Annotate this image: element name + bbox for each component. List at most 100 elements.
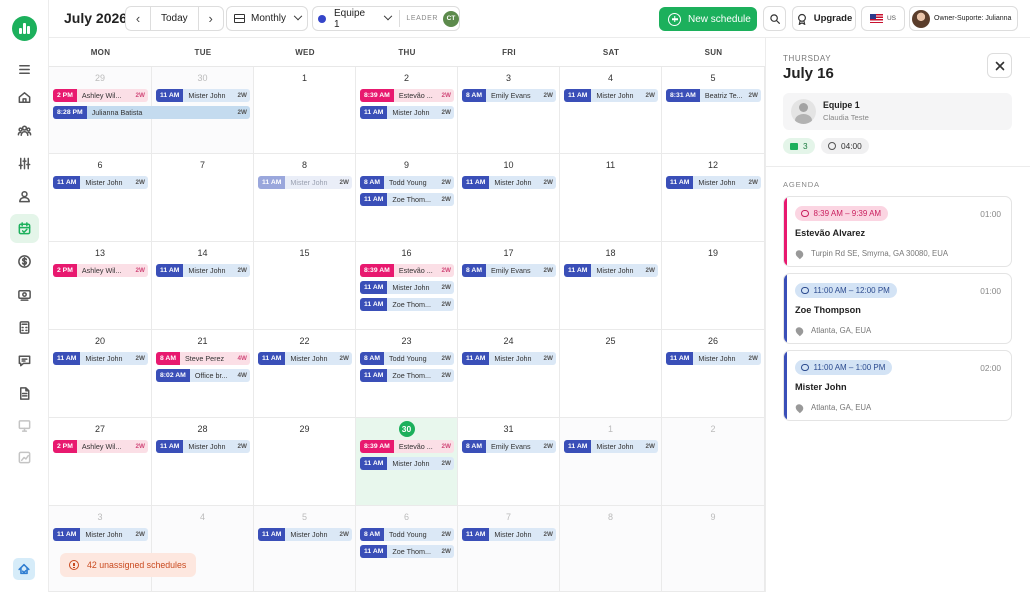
day-cell[interactable]: 13: [49, 242, 152, 330]
schedule-event[interactable]: 8 AM Emily Evans 2W: [462, 440, 556, 453]
day-cell[interactable]: 3: [458, 67, 560, 154]
day-cell[interactable]: 19: [662, 242, 765, 330]
calculator-icon[interactable]: [10, 313, 39, 342]
support-chat-icon[interactable]: [13, 558, 35, 580]
day-cell[interactable]: 11: [560, 154, 662, 242]
schedule-event[interactable]: 2 PM Ashley Wil... 2W: [53, 89, 148, 102]
schedule-event[interactable]: 8:39 AM Estevão ... 2W: [360, 440, 454, 453]
view-selector[interactable]: Monthly: [226, 6, 308, 31]
day-cell[interactable]: 10: [458, 154, 560, 242]
locale-selector[interactable]: US: [861, 6, 905, 31]
schedule-event[interactable]: 2 PM Ashley Wil... 2W: [53, 440, 148, 453]
agenda-item[interactable]: 8:39 AM – 9:39 AM 01:00 Estevão Alvarez …: [783, 196, 1012, 267]
day-cell[interactable]: 25: [560, 330, 662, 418]
unassigned-schedules-banner[interactable]: 42 unassigned schedules: [60, 553, 196, 577]
day-cell[interactable]: 4: [152, 506, 254, 592]
day-cell[interactable]: 18: [560, 242, 662, 330]
team-icon[interactable]: [10, 116, 39, 145]
schedule-event[interactable]: 8:39 AM Estevão ... 2W: [360, 89, 454, 102]
payment-icon[interactable]: [10, 280, 39, 309]
schedule-event[interactable]: 8 AM Todd Young 2W: [360, 176, 454, 189]
schedule-event[interactable]: 11 AM Mister John 2W: [360, 106, 454, 119]
day-cell[interactable]: 12: [662, 154, 765, 242]
user-icon[interactable]: [10, 182, 39, 211]
day-cell[interactable]: 31: [458, 418, 560, 506]
schedule-event[interactable]: 2 PM Ashley Wil... 2W: [53, 264, 148, 277]
chart-icon[interactable]: [10, 443, 39, 472]
schedule-event[interactable]: 11 AM Mister John 2W: [360, 457, 454, 470]
day-cell[interactable]: 6: [49, 154, 152, 242]
schedule-event[interactable]: 8:28 PM Julianna Batista 2W: [53, 106, 250, 119]
schedule-event[interactable]: 11 AM Mister John 2W: [462, 528, 556, 541]
schedule-event[interactable]: 8 AM Emily Evans 2W: [462, 89, 556, 102]
day-cell[interactable]: 15: [254, 242, 356, 330]
schedule-event[interactable]: 8:39 AM Estevão ... 2W: [360, 264, 454, 277]
schedule-event[interactable]: 11 AM Mister John 2W: [258, 176, 352, 189]
day-cell[interactable]: 8: [560, 506, 662, 592]
day-cell[interactable]: 22: [254, 330, 356, 418]
day-cell[interactable]: 28: [152, 418, 254, 506]
agenda-item[interactable]: 11:00 AM – 1:00 PM 02:00 Mister John Atl…: [783, 350, 1012, 421]
app-logo-icon[interactable]: [12, 16, 37, 41]
schedule-event[interactable]: 8 AM Todd Young 2W: [360, 352, 454, 365]
day-cell[interactable]: 29: [254, 418, 356, 506]
schedule-event[interactable]: 11 AM Mister John 2W: [156, 440, 250, 453]
schedule-event[interactable]: 11 AM Mister John 2W: [258, 352, 352, 365]
day-cell[interactable]: 24: [458, 330, 560, 418]
chevron-right-icon[interactable]: ›: [199, 7, 223, 30]
schedule-event[interactable]: 11 AM Mister John 2W: [564, 264, 658, 277]
day-cell[interactable]: 17: [458, 242, 560, 330]
day-cell[interactable]: 3: [49, 506, 152, 592]
schedule-event[interactable]: 11 AM Mister John 2W: [53, 352, 148, 365]
schedule-event[interactable]: 11 AM Mister John 2W: [564, 89, 658, 102]
day-cell[interactable]: 8: [254, 154, 356, 242]
day-cell[interactable]: 20: [49, 330, 152, 418]
schedule-event[interactable]: 11 AM Mister John 2W: [53, 176, 148, 189]
close-button[interactable]: [987, 53, 1012, 78]
calendar-icon[interactable]: [10, 214, 39, 243]
day-cell[interactable]: 5: [662, 67, 765, 154]
day-cell[interactable]: 1: [254, 67, 356, 154]
schedule-event[interactable]: 8 AM Todd Young 2W: [360, 528, 454, 541]
team-card[interactable]: Equipe 1 Claudia Teste: [783, 93, 1012, 130]
schedule-event[interactable]: 11 AM Mister John 2W: [462, 352, 556, 365]
schedule-event[interactable]: 8 AM Emily Evans 2W: [462, 264, 556, 277]
schedule-event[interactable]: 8:02 AM Office br... 4W: [156, 369, 250, 382]
schedule-event[interactable]: 11 AM Mister John 2W: [360, 281, 454, 294]
day-cell[interactable]: 26: [662, 330, 765, 418]
schedule-event[interactable]: 11 AM Mister John 2W: [666, 352, 761, 365]
schedule-event[interactable]: 11 AM Mister John 2W: [462, 176, 556, 189]
home-icon[interactable]: [10, 83, 39, 112]
leader-avatar[interactable]: CT: [443, 10, 459, 27]
day-cell[interactable]: 2: [662, 418, 765, 506]
day-cell[interactable]: 4: [560, 67, 662, 154]
today-button[interactable]: Today: [150, 7, 199, 30]
chevron-left-icon[interactable]: ‹: [126, 7, 150, 30]
document-icon[interactable]: [10, 379, 39, 408]
day-cell[interactable]: 27: [49, 418, 152, 506]
user-menu[interactable]: Owner-Suporte: Julianna: [909, 6, 1018, 31]
schedule-event[interactable]: 8 AM Steve Perez 4W: [156, 352, 250, 365]
dollar-icon[interactable]: [10, 247, 39, 276]
settings-sliders-icon[interactable]: [10, 149, 39, 178]
schedule-event[interactable]: 11 AM Mister John 2W: [258, 528, 352, 541]
team-selector[interactable]: Equipe 1 LEADER CT: [312, 6, 460, 31]
new-schedule-button[interactable]: New schedule: [659, 7, 757, 31]
schedule-event[interactable]: 11 AM Zoe Thom... 2W: [360, 545, 454, 558]
day-cell[interactable]: 7: [458, 506, 560, 592]
day-cell[interactable]: 14: [152, 242, 254, 330]
day-cell[interactable]: 1: [560, 418, 662, 506]
schedule-event[interactable]: 11 AM Mister John 2W: [666, 176, 761, 189]
schedule-event[interactable]: 11 AM Mister John 2W: [156, 264, 250, 277]
chat-icon[interactable]: [10, 346, 39, 375]
day-cell[interactable]: 5: [254, 506, 356, 592]
day-cell[interactable]: 7: [152, 154, 254, 242]
day-cell[interactable]: 9: [662, 506, 765, 592]
schedule-event[interactable]: 11 AM Mister John 2W: [564, 440, 658, 453]
menu-icon[interactable]: [10, 55, 39, 84]
schedule-event[interactable]: 11 AM Mister John 2W: [53, 528, 148, 541]
schedule-event[interactable]: 11 AM Zoe Thom... 2W: [360, 298, 454, 311]
schedule-event[interactable]: 11 AM Zoe Thom... 2W: [360, 369, 454, 382]
schedule-event[interactable]: 11 AM Zoe Thom... 2W: [360, 193, 454, 206]
search-button[interactable]: [763, 6, 786, 31]
